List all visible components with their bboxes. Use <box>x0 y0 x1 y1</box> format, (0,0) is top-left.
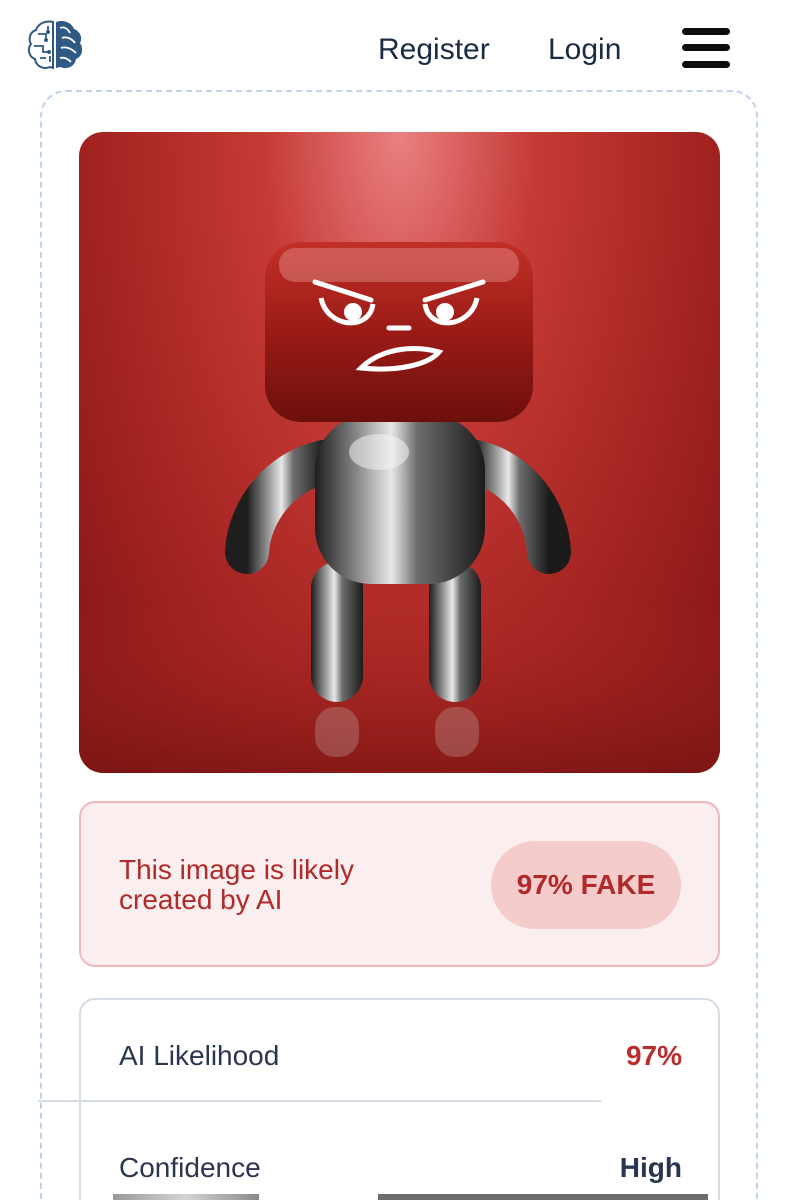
stats-card: AI Likelihood 97% Confidence High <box>79 998 720 1200</box>
menu-bar <box>682 28 730 35</box>
hamburger-menu-icon[interactable] <box>680 24 732 72</box>
analyzed-image <box>79 132 720 773</box>
login-link[interactable]: Login <box>548 30 621 70</box>
stat-value: 97% <box>625 1040 682 1071</box>
menu-bar <box>682 61 730 68</box>
stat-row-ai-likelihood: AI Likelihood 97% <box>119 1040 682 1080</box>
fake-score-badge: 97% FAKE <box>491 841 681 929</box>
brain-logo-icon[interactable] <box>26 16 84 74</box>
stat-label: AI Likelihood <box>119 1040 280 1071</box>
stat-row-confidence: Confidence High <box>119 1152 682 1192</box>
verdict-banner: This image is likely created by AI 97% F… <box>79 801 720 967</box>
stat-label: Confidence <box>119 1152 261 1183</box>
stats-divider <box>38 1100 601 1102</box>
top-nav: Register Login <box>0 0 789 100</box>
stat-value: High <box>619 1152 682 1183</box>
page: Register Login This image is likely crea… <box>0 0 789 1200</box>
next-section-edge <box>378 1194 708 1200</box>
verdict-message: This image is likely created by AI <box>119 854 354 915</box>
robot-toy-illustration <box>79 242 720 773</box>
register-link[interactable]: Register <box>378 30 490 70</box>
menu-bar <box>682 44 730 51</box>
next-image-thumbnail <box>113 1194 259 1200</box>
